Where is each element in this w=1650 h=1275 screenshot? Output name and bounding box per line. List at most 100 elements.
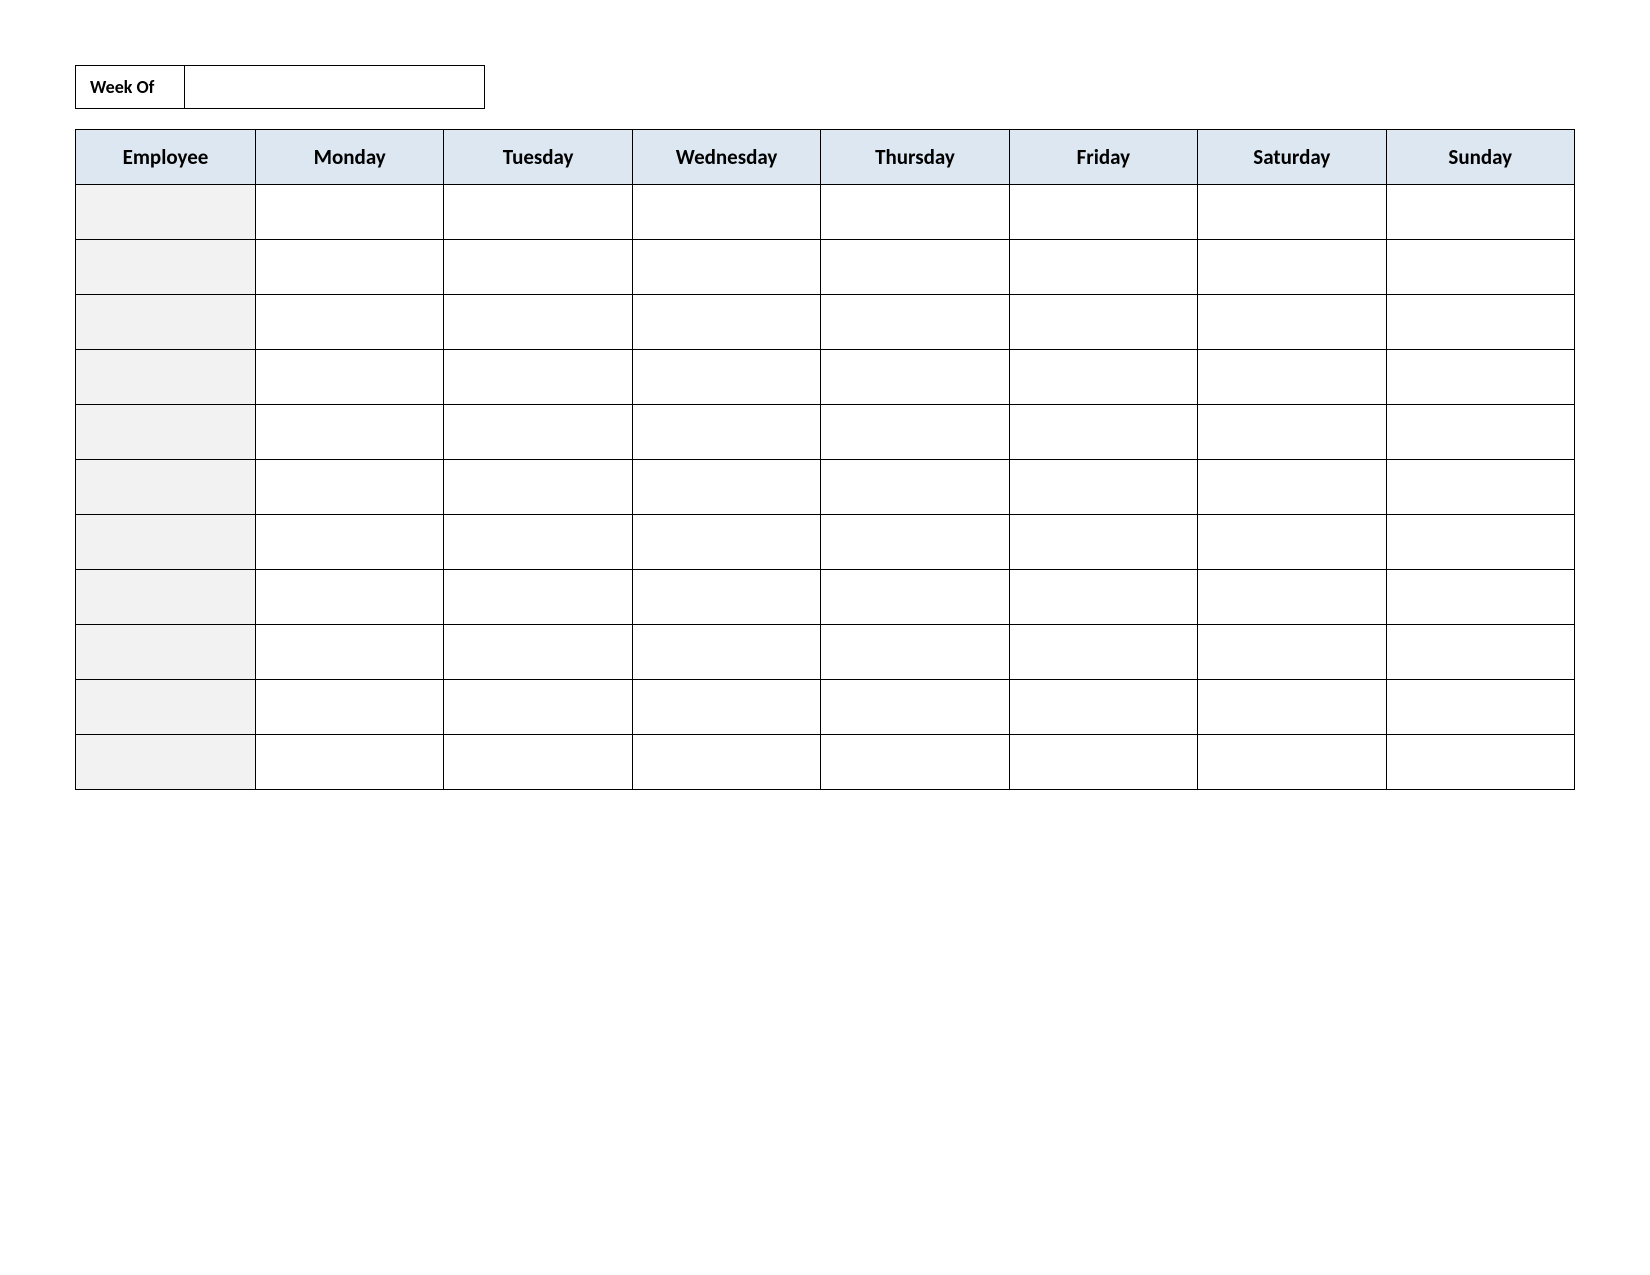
day-cell[interactable] (1386, 405, 1574, 460)
header-thursday: Thursday (821, 130, 1009, 185)
week-of-label: Week Of (75, 65, 185, 109)
day-cell[interactable] (632, 185, 820, 240)
table-row (76, 185, 1575, 240)
employee-cell[interactable] (76, 735, 256, 790)
day-cell[interactable] (256, 625, 444, 680)
day-cell[interactable] (256, 405, 444, 460)
day-cell[interactable] (1198, 515, 1386, 570)
day-cell[interactable] (821, 240, 1009, 295)
day-cell[interactable] (444, 460, 632, 515)
employee-cell[interactable] (76, 570, 256, 625)
table-row (76, 515, 1575, 570)
day-cell[interactable] (1009, 295, 1197, 350)
day-cell[interactable] (632, 570, 820, 625)
day-cell[interactable] (1386, 680, 1574, 735)
day-cell[interactable] (444, 350, 632, 405)
employee-cell[interactable] (76, 515, 256, 570)
day-cell[interactable] (1198, 570, 1386, 625)
day-cell[interactable] (1198, 185, 1386, 240)
day-cell[interactable] (1386, 350, 1574, 405)
day-cell[interactable] (1386, 515, 1574, 570)
schedule-table: Employee Monday Tuesday Wednesday Thursd… (75, 129, 1575, 790)
day-cell[interactable] (256, 515, 444, 570)
day-cell[interactable] (821, 735, 1009, 790)
employee-cell[interactable] (76, 460, 256, 515)
day-cell[interactable] (1198, 350, 1386, 405)
day-cell[interactable] (256, 185, 444, 240)
day-cell[interactable] (821, 625, 1009, 680)
day-cell[interactable] (444, 570, 632, 625)
day-cell[interactable] (256, 460, 444, 515)
header-tuesday: Tuesday (444, 130, 632, 185)
day-cell[interactable] (256, 735, 444, 790)
day-cell[interactable] (444, 515, 632, 570)
day-cell[interactable] (1198, 460, 1386, 515)
day-cell[interactable] (632, 460, 820, 515)
day-cell[interactable] (1009, 680, 1197, 735)
day-cell[interactable] (444, 405, 632, 460)
day-cell[interactable] (632, 625, 820, 680)
day-cell[interactable] (821, 350, 1009, 405)
header-row: Employee Monday Tuesday Wednesday Thursd… (76, 130, 1575, 185)
day-cell[interactable] (1198, 680, 1386, 735)
employee-cell[interactable] (76, 185, 256, 240)
day-cell[interactable] (1009, 405, 1197, 460)
day-cell[interactable] (1009, 515, 1197, 570)
day-cell[interactable] (444, 735, 632, 790)
day-cell[interactable] (1386, 240, 1574, 295)
employee-cell[interactable] (76, 625, 256, 680)
table-row (76, 680, 1575, 735)
day-cell[interactable] (632, 350, 820, 405)
week-of-value[interactable] (185, 65, 485, 109)
day-cell[interactable] (1009, 625, 1197, 680)
day-cell[interactable] (256, 680, 444, 735)
day-cell[interactable] (1386, 295, 1574, 350)
day-cell[interactable] (821, 515, 1009, 570)
employee-cell[interactable] (76, 405, 256, 460)
day-cell[interactable] (1198, 735, 1386, 790)
day-cell[interactable] (821, 405, 1009, 460)
day-cell[interactable] (444, 680, 632, 735)
day-cell[interactable] (1009, 240, 1197, 295)
day-cell[interactable] (632, 240, 820, 295)
day-cell[interactable] (821, 680, 1009, 735)
day-cell[interactable] (444, 240, 632, 295)
day-cell[interactable] (1386, 185, 1574, 240)
employee-cell[interactable] (76, 680, 256, 735)
day-cell[interactable] (1009, 570, 1197, 625)
day-cell[interactable] (1386, 570, 1574, 625)
header-employee: Employee (76, 130, 256, 185)
day-cell[interactable] (1386, 625, 1574, 680)
employee-cell[interactable] (76, 295, 256, 350)
day-cell[interactable] (632, 735, 820, 790)
day-cell[interactable] (1198, 240, 1386, 295)
day-cell[interactable] (632, 680, 820, 735)
day-cell[interactable] (444, 185, 632, 240)
day-cell[interactable] (632, 515, 820, 570)
day-cell[interactable] (1009, 460, 1197, 515)
day-cell[interactable] (632, 295, 820, 350)
table-row (76, 295, 1575, 350)
employee-cell[interactable] (76, 240, 256, 295)
day-cell[interactable] (821, 295, 1009, 350)
day-cell[interactable] (1009, 350, 1197, 405)
day-cell[interactable] (1009, 185, 1197, 240)
day-cell[interactable] (1198, 405, 1386, 460)
day-cell[interactable] (1386, 735, 1574, 790)
day-cell[interactable] (256, 240, 444, 295)
day-cell[interactable] (821, 460, 1009, 515)
day-cell[interactable] (256, 295, 444, 350)
day-cell[interactable] (444, 625, 632, 680)
day-cell[interactable] (632, 405, 820, 460)
day-cell[interactable] (1009, 735, 1197, 790)
day-cell[interactable] (256, 570, 444, 625)
employee-cell[interactable] (76, 350, 256, 405)
day-cell[interactable] (1198, 295, 1386, 350)
day-cell[interactable] (821, 185, 1009, 240)
header-monday: Monday (256, 130, 444, 185)
day-cell[interactable] (821, 570, 1009, 625)
day-cell[interactable] (1198, 625, 1386, 680)
day-cell[interactable] (444, 295, 632, 350)
day-cell[interactable] (256, 350, 444, 405)
day-cell[interactable] (1386, 460, 1574, 515)
